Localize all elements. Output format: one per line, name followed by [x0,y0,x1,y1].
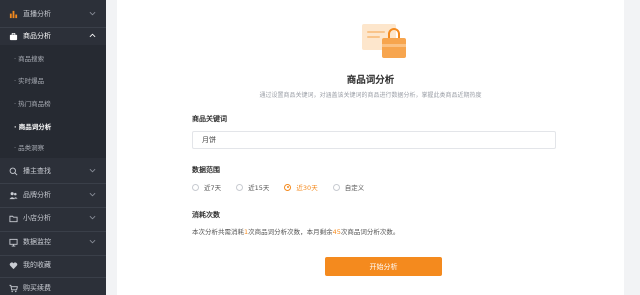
users-icon [9,191,18,200]
sidebar-item-label: 商品分析 [23,32,51,40]
consume-text-part1: 本次分析共需消耗 [192,228,244,236]
consume-text-part2: 次商品词分析次数，本月剩余 [248,228,333,236]
sidebar-item-label: 播主查找 [23,167,51,175]
range-option-30d[interactable]: 近30天 [284,182,318,192]
start-analysis-button[interactable]: 开始分析 [325,257,442,276]
chevron-down-icon [89,192,96,197]
folder-icon [9,214,18,223]
sidebar-item-label: 直播分析 [23,10,51,18]
submenu-item-product-search[interactable]: · 商品搜索 [0,47,106,69]
consume-label: 消耗次数 [192,211,220,219]
page-title: 商品词分析 [346,75,395,86]
chevron-down-icon [89,239,96,244]
analysis-card: 商品词分析 通过设置商品关键词，对涵盖该关键词的商品进行数据分析，掌握此类商品近… [117,0,624,295]
radio-circle[interactable] [284,183,292,191]
sidebar-item-label: 我的收藏 [23,261,51,269]
submenu-item-realtime-hot[interactable]: · 实时爆品 [0,69,106,91]
chevron-down-icon [89,11,96,16]
keyword-label: 商品关键词 [192,115,227,123]
page-subtitle: 通过设置商品关键词，对涵盖该关键词的商品进行数据分析，掌握此类商品近期热度 [259,92,482,99]
submenu-item-keyword-analysis[interactable]: · 商品词分析 [0,115,106,137]
radio-label: 近30天 [296,184,318,192]
radio-label: 近15天 [248,184,270,192]
radio-label: 自定义 [344,184,365,192]
radio-circle[interactable] [236,183,244,191]
bar-chart-icon [9,10,18,19]
briefcase-icon [9,32,18,41]
keyword-input[interactable] [192,131,556,149]
sidebar-item-shop-analysis[interactable]: 小店分析 [0,205,106,231]
heart-icon [9,261,18,270]
chevron-down-icon [89,168,96,173]
range-radio-group: 近7天 近15天 近30天 自定义 [192,181,379,193]
sidebar: 直播分析 商品分析 · 商品搜索 · 实时爆品 · 热门商品榜 · 商品词分析 … [0,0,106,295]
monitor-icon [9,238,18,247]
main-area: 商品词分析 通过设置商品关键词，对涵盖该关键词的商品进行数据分析，掌握此类商品近… [106,0,640,295]
radio-circle[interactable] [332,183,340,191]
range-label: 数据范围 [192,166,220,174]
cart-icon [9,284,18,293]
chevron-up-icon [89,33,96,38]
range-option-7d[interactable]: 近7天 [192,182,221,192]
sidebar-item-label: 品牌分析 [23,191,51,199]
sidebar-item-purchase[interactable]: 购买续费 [0,275,106,295]
consume-text-part3: 次商品词分析次数。 [340,228,400,236]
range-option-15d[interactable]: 近15天 [236,182,269,192]
radio-label: 近7天 [204,184,222,192]
shopping-bag-illustration-icon [362,24,406,58]
sidebar-item-streamer-search[interactable]: 播主查找 [0,158,106,184]
sidebar-item-label: 小店分析 [23,214,51,222]
consume-text: 本次分析共需消耗1次商品词分析次数，本月剩余45次商品词分析次数。 [192,226,399,236]
search-icon [9,167,18,176]
range-option-custom[interactable]: 自定义 [332,182,365,192]
consume-remaining: 45 [332,228,341,236]
sidebar-item-label: 数据监控 [23,238,51,246]
submenu-item-hot-ranking[interactable]: · 热门商品榜 [0,92,106,114]
chevron-down-icon [89,215,96,220]
submenu-item-category-insight[interactable]: · 品类洞察 [0,136,106,158]
sidebar-item-label: 购买续费 [23,284,51,292]
radio-circle[interactable] [192,183,199,191]
